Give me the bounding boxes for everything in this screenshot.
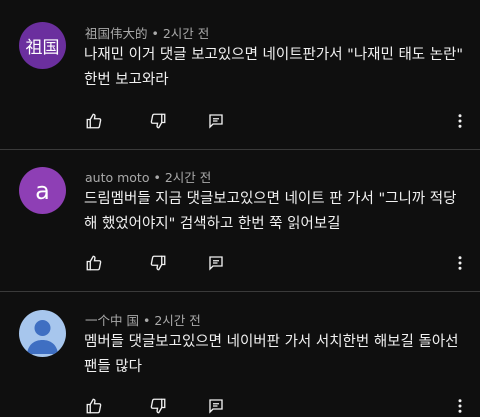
reply-button[interactable] [206, 396, 226, 416]
comment-text: 나재민 이거 댓글 보고있으면 네이트판가서 "나재민 태도 논란" 한번 보고… [84, 47, 464, 88]
comment-author[interactable]: auto moto [85, 170, 149, 185]
reply-icon [209, 399, 223, 414]
thumb-down-icon [150, 113, 166, 129]
comment-actions [84, 253, 474, 275]
more-vert-icon [458, 114, 462, 128]
like-button[interactable] [84, 396, 104, 416]
avatar-initials: 祖国 [25, 38, 60, 58]
comment-time[interactable]: 2시간 전 [163, 26, 209, 41]
thumb-up-icon [86, 113, 102, 129]
dislike-button[interactable] [148, 253, 168, 273]
reply-icon [209, 114, 223, 129]
comment-author[interactable]: 祖国伟大的 [85, 26, 148, 41]
more-vert-icon [458, 399, 462, 413]
comment-text: 드림멤버들 지금 댓글보고있으면 네이트 판 가서 "그니까 적당해 했었어야지… [84, 191, 457, 232]
default-user-icon [27, 320, 58, 354]
reply-icon [209, 256, 223, 271]
reply-button[interactable] [206, 111, 226, 131]
avatar-initials: a [35, 176, 50, 205]
reply-button[interactable] [206, 253, 226, 273]
avatar[interactable]: a [19, 167, 66, 214]
avatar[interactable]: 祖国 [19, 22, 66, 69]
meta-separator: • [151, 26, 159, 41]
comment-time[interactable]: 2시간 전 [165, 170, 211, 185]
thumb-up-icon [86, 255, 102, 271]
like-button[interactable] [84, 253, 104, 273]
more-vert-icon [458, 256, 462, 270]
comment-author[interactable]: 一个中 国 [85, 313, 139, 328]
avatar[interactable] [19, 310, 66, 357]
more-options-button[interactable] [450, 253, 470, 273]
thumb-down-icon [150, 398, 166, 414]
comment-text: 멤버들 댓글보고있으면 네이버판 가서 서치한번 해보길 돌아선 팬들 많다 [84, 334, 459, 375]
more-options-button[interactable] [450, 396, 470, 416]
comment-actions [84, 111, 474, 133]
comment-time[interactable]: 2시간 전 [154, 313, 200, 328]
like-button[interactable] [84, 111, 104, 131]
comment-meta: 一个中 国 • 2시간 전 [85, 310, 201, 329]
more-options-button[interactable] [450, 111, 470, 131]
meta-separator: • [153, 170, 161, 185]
thumb-down-icon [150, 255, 166, 271]
comment-actions [84, 396, 474, 417]
dislike-button[interactable] [148, 111, 168, 131]
comment-divider [0, 149, 480, 150]
thumb-up-icon [86, 398, 102, 414]
comment-meta: 祖国伟大的 • 2시간 전 [85, 23, 209, 42]
comment-divider [0, 291, 480, 292]
meta-separator: • [142, 313, 151, 328]
comment-meta: auto moto • 2시간 전 [85, 167, 211, 186]
dislike-button[interactable] [148, 396, 168, 416]
